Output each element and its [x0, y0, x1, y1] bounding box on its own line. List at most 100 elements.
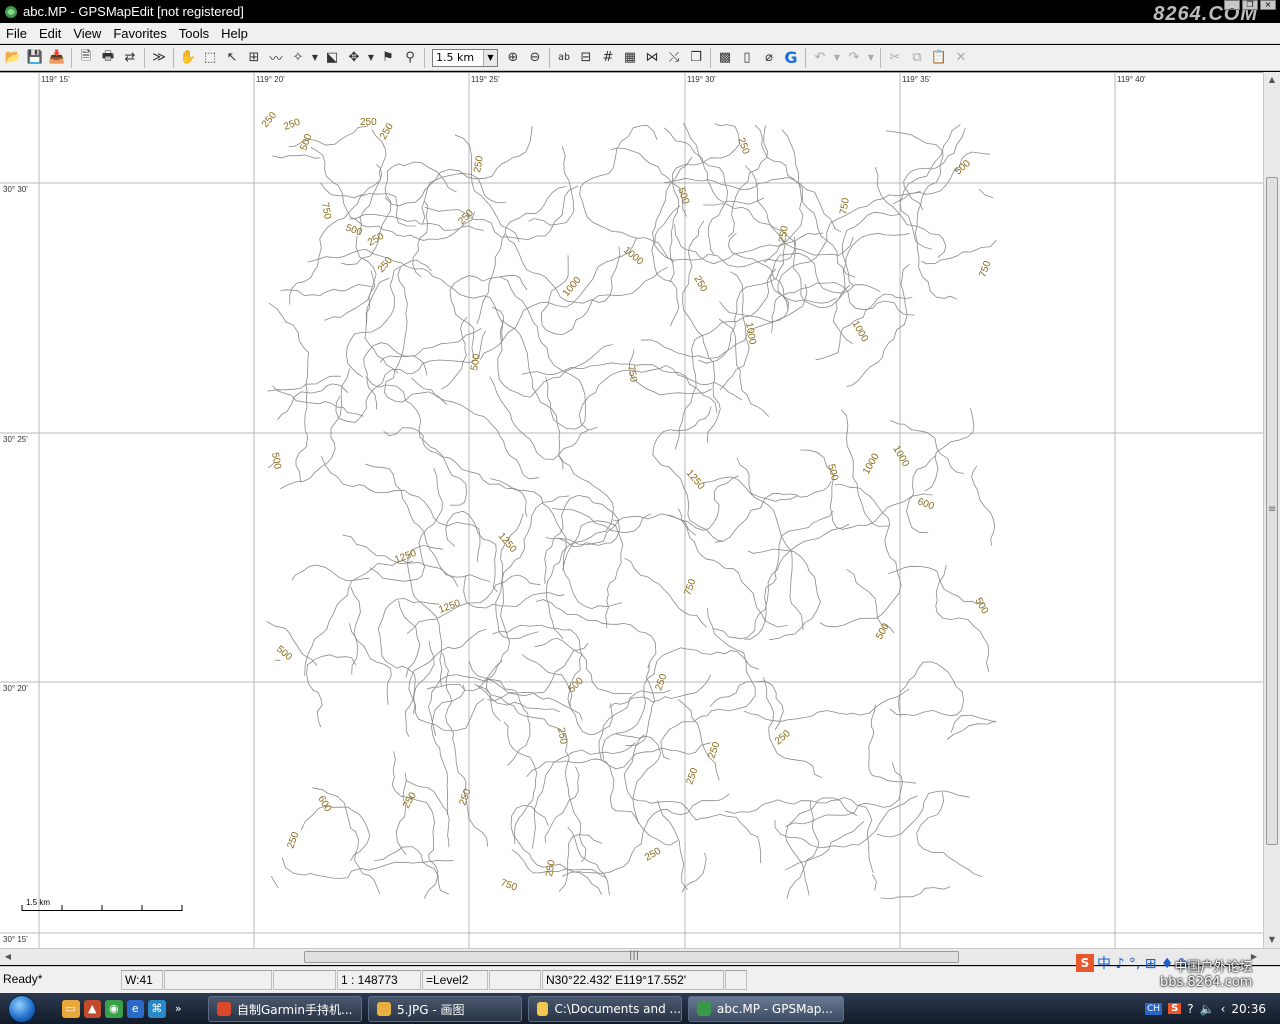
clock[interactable]: 20:36 [1231, 1002, 1266, 1016]
contour-elevation-label: 250 [472, 155, 486, 174]
menu-file[interactable]: File [0, 26, 33, 41]
redo-dropdown-icon[interactable]: ▼ [865, 47, 877, 69]
properties-icon[interactable]: 🗎 [75, 47, 97, 69]
open-folder-icon[interactable]: 📂 [2, 47, 24, 69]
import-icon[interactable]: 📥 [46, 47, 68, 69]
chevron-down-icon[interactable]: ▼ [483, 49, 497, 66]
cut-icon[interactable]: ✂ [884, 47, 906, 69]
hand-pan-icon[interactable]: ✋ [177, 47, 199, 69]
create-polyline-icon[interactable]: 〰 [265, 47, 287, 69]
menu-view[interactable]: View [67, 26, 107, 41]
sogou-ime-icon[interactable]: S [1076, 954, 1094, 972]
map-canvas[interactable]: 250 250 250 250 500 750 500 250 250 250 250 250 500 7… [0, 72, 1263, 948]
delete-icon[interactable]: ✕ [950, 47, 972, 69]
print-icon[interactable]: 🖶 [97, 47, 119, 69]
vertical-scrollbar[interactable]: ▲ ≡ ▼ [1263, 72, 1280, 948]
add-point-icon[interactable]: ⚑ [377, 47, 399, 69]
routing-icon[interactable]: ⤯ [663, 47, 685, 69]
attach-icon[interactable]: ⌀ [758, 47, 780, 69]
contour-line [510, 804, 602, 895]
menu-help[interactable]: Help [215, 26, 254, 41]
contour-line [480, 238, 637, 360]
taskbar-item-3[interactable]: abc.MP - GPSMap... [688, 996, 844, 1022]
magic-wand-dropdown-icon[interactable]: ▼ [309, 47, 321, 69]
select-region-icon[interactable]: ⬕ [321, 47, 343, 69]
contour-line [503, 721, 538, 845]
move-dropdown-icon[interactable]: ▼ [365, 47, 377, 69]
ie-icon[interactable]: e [126, 999, 144, 1018]
copy-icon[interactable]: ⧉ [906, 47, 928, 69]
contour-line [413, 640, 435, 714]
sogou-tray-icon[interactable]: S [1168, 1003, 1182, 1014]
contour-elevation-label: 500 [874, 621, 892, 641]
contour-elevation-label: 500 [675, 186, 691, 206]
scroll-up-icon[interactable]: ▲ [1264, 72, 1280, 88]
pushpin-icon[interactable]: ⚲ [399, 47, 421, 69]
help-icon[interactable]: ? [1187, 1002, 1193, 1016]
transfer-icon[interactable]: ≫ [148, 47, 170, 69]
select-arrow-icon[interactable]: ↖ [221, 47, 243, 69]
latitude-label: 30° 20' [3, 684, 28, 693]
taskbar-item-0[interactable]: 自制Garmin手持机... [208, 996, 362, 1022]
scale-select[interactable]: 1.5 km ▼ [432, 48, 498, 67]
contour-line [714, 481, 832, 543]
zoom-out-icon[interactable]: ⊖ [524, 47, 546, 69]
app-quicklaunch-icon[interactable]: ▲ [83, 999, 101, 1018]
taskbar-item-1[interactable]: 5.JPG - 画图 [368, 996, 522, 1022]
menu-edit[interactable]: Edit [33, 26, 67, 41]
horizontal-scroll-thumb[interactable]: ||| [304, 950, 959, 963]
start-button[interactable] [0, 993, 44, 1024]
more-icon[interactable]: » [170, 1000, 188, 1018]
edit-nodes-icon[interactable]: ⊞ [243, 47, 265, 69]
menu-favorites[interactable]: Favorites [107, 26, 172, 41]
move-icon[interactable]: ✥ [343, 47, 365, 69]
contour-line [320, 455, 481, 562]
network-icon[interactable]: ⌘ [148, 999, 166, 1018]
language-indicator[interactable]: CH [1145, 1002, 1163, 1015]
contour-line [279, 368, 350, 490]
nodes-icon[interactable]: ⋈ [641, 47, 663, 69]
zoom-in-icon[interactable]: ⊕ [502, 47, 524, 69]
zoom-rect-icon[interactable]: ⬚ [199, 47, 221, 69]
longitude-label: 119° 30' [687, 75, 716, 84]
contour-line [978, 188, 994, 198]
contour-line [660, 607, 756, 760]
google-icon[interactable]: G [780, 47, 802, 69]
labels-toggle-icon[interactable]: ab [553, 47, 575, 69]
grip-icon: ||| [629, 950, 640, 961]
taskbar-item-2[interactable]: C:\Documents and ... [528, 996, 682, 1022]
contour-line [310, 147, 484, 241]
km-scale-icon[interactable]: ⊟ [575, 47, 597, 69]
undo-icon[interactable]: ↶ [809, 47, 831, 69]
contour-line [924, 407, 975, 492]
undo-dropdown-icon[interactable]: ▼ [831, 47, 843, 69]
redo-icon[interactable]: ↷ [843, 47, 865, 69]
scroll-down-icon[interactable]: ▼ [1264, 932, 1280, 948]
menu-tools[interactable]: Tools [173, 26, 215, 41]
contour-line [341, 161, 457, 266]
contour-line [876, 790, 970, 838]
grid-icon[interactable]: # [597, 47, 619, 69]
longitude-label: 119° 40' [1117, 75, 1146, 84]
contour-line [289, 193, 416, 305]
document-icon[interactable]: ▯ [736, 47, 758, 69]
map-image-icon[interactable]: ▩ [714, 47, 736, 69]
layers-icon[interactable]: ▦ [619, 47, 641, 69]
tray-expand-icon[interactable]: ‹ [1221, 1002, 1226, 1016]
volume-icon[interactable]: 🔈 [1200, 1002, 1215, 1016]
paint-icon [377, 1002, 391, 1016]
magic-wand-icon[interactable]: ✧ [287, 47, 309, 69]
windows-icon[interactable]: ❐ [685, 47, 707, 69]
longitude-label: 119° 15' [41, 75, 70, 84]
show-desktop-icon[interactable]: ▭ [62, 999, 80, 1018]
chrome-icon[interactable]: ◉ [105, 999, 123, 1018]
save-icon[interactable]: 💾 [24, 47, 46, 69]
contour-line [406, 574, 541, 634]
close-button[interactable]: × [1260, 0, 1276, 10]
upload-gps-icon[interactable]: ⇄ [119, 47, 141, 69]
restore-button[interactable]: ❐ [1242, 0, 1258, 10]
minimize-button[interactable]: _ [1224, 0, 1240, 10]
contour-map[interactable]: 250 250 250 2505007505002502502502502505007… [0, 73, 1263, 948]
paste-icon[interactable]: 📋 [928, 47, 950, 69]
scroll-left-icon[interactable]: ◀ [0, 949, 16, 965]
